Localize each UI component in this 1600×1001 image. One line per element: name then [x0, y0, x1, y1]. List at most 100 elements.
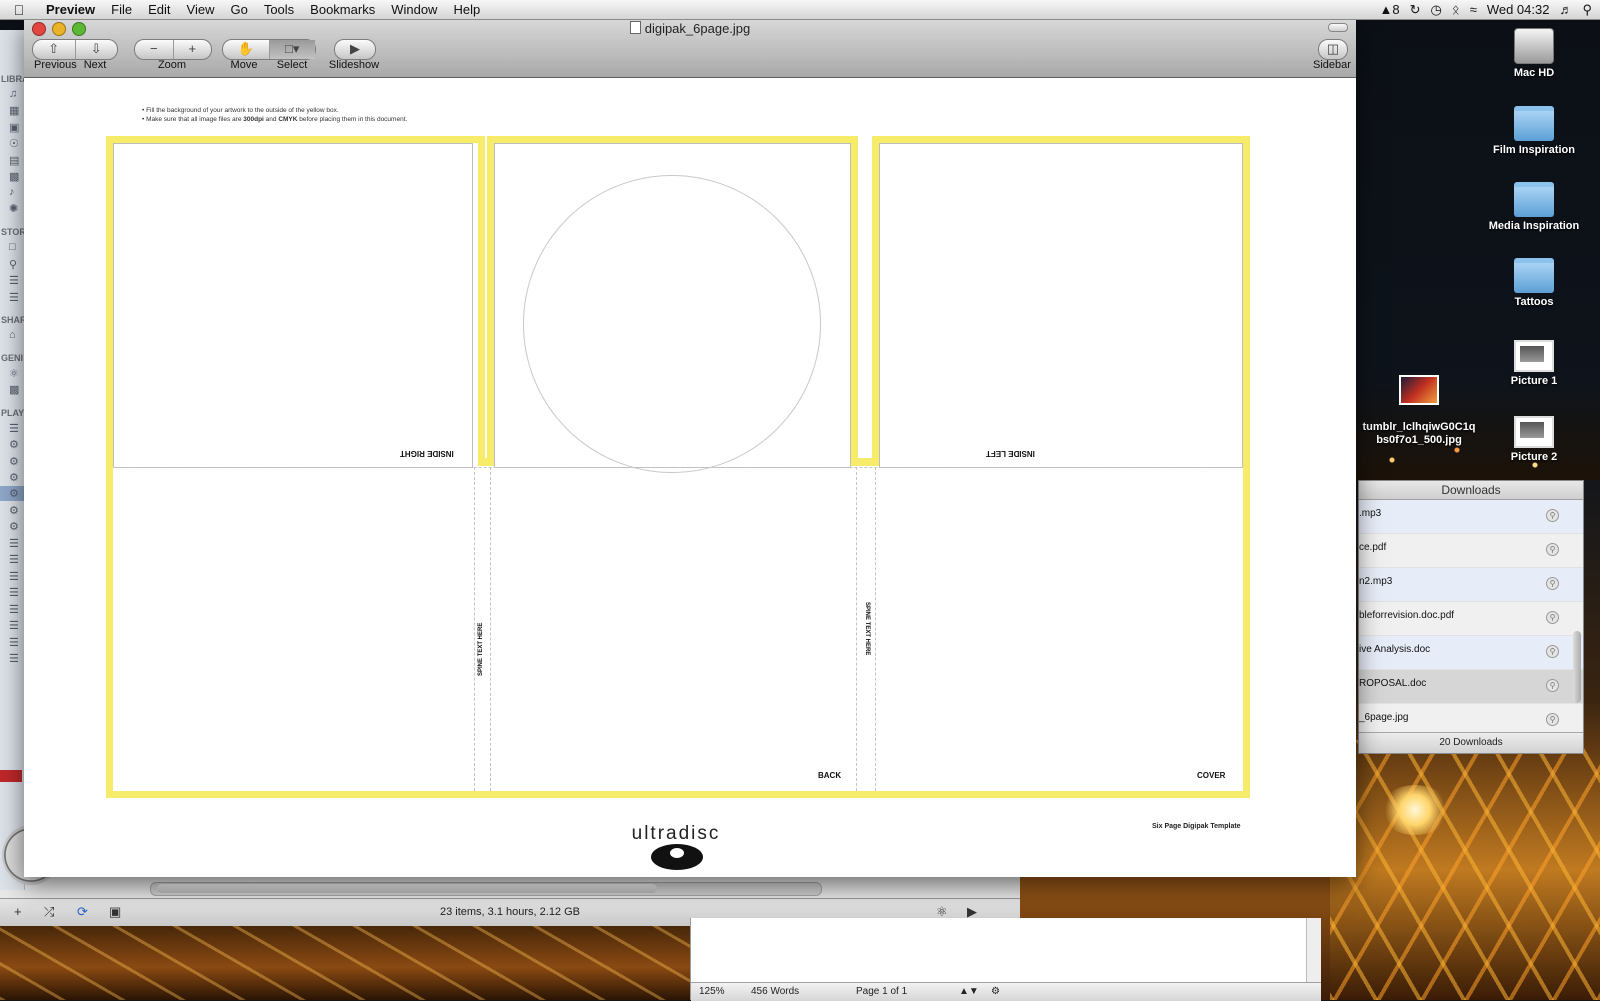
downloads-scrollbar[interactable] — [1573, 631, 1581, 703]
zoom-out-icon[interactable]: − — [135, 40, 174, 59]
brand-wordmark: ultradisc — [631, 823, 721, 844]
ringtones-icon[interactable]: ♪ — [9, 186, 15, 198]
reveal-in-finder-icon[interactable]: ⚲ — [1546, 713, 1559, 726]
previous-arrow-icon[interactable]: ⇧ — [33, 40, 76, 59]
purchased-icon[interactable]: ☰ — [9, 274, 19, 287]
sidebar-button[interactable]: ◫ — [1318, 39, 1348, 60]
download-item[interactable]: n2.mp3 ⚲ — [1359, 568, 1583, 602]
notch-gap — [858, 136, 872, 458]
menu-view[interactable]: View — [179, 2, 223, 17]
genius-icon[interactable]: ⚛ — [9, 367, 19, 380]
genius-mixes-icon[interactable]: ▩ — [9, 383, 19, 396]
tool-mode-control: ✋ □▾ — [222, 39, 316, 60]
desktop-icon-picture-2[interactable]: Picture 2 — [1474, 416, 1594, 463]
preview-toolbar: digipak_6page.jpg ⇧ ⇩ Previous Next − + … — [24, 19, 1356, 78]
download-item[interactable]: ROPOSAL.doc ⚲ — [1359, 670, 1583, 704]
smart-playlist-icon[interactable]: ⚙ — [9, 455, 19, 468]
desktop-icon-tumblr-image[interactable]: tumblr_lclhqiwG0C1q bs0f7o1_500.jpg — [1356, 362, 1482, 460]
playlist-icon[interactable]: ☰ — [9, 619, 19, 632]
download-item[interactable]: bleforrevision.doc.pdf ⚲ — [1359, 602, 1583, 636]
playlist-icon[interactable]: ☰ — [9, 537, 19, 550]
time-machine-icon[interactable]: ◷ — [1431, 2, 1442, 18]
playlist-icon[interactable]: ☰ — [9, 586, 19, 599]
desktop-icon-label: Media Inspiration — [1488, 220, 1580, 232]
books-icon[interactable]: ▤ — [9, 154, 19, 167]
itunes-dj-icon[interactable]: ☰ — [9, 422, 19, 435]
reveal-in-finder-icon[interactable]: ⚲ — [1546, 679, 1559, 692]
playlist-icon[interactable]: ☰ — [9, 603, 19, 616]
reveal-in-finder-icon[interactable]: ⚲ — [1546, 577, 1559, 590]
wifi-icon[interactable]: ≈ — [1470, 2, 1477, 17]
zoom-in-icon[interactable]: + — [174, 40, 212, 59]
smart-playlist-icon[interactable]: ⚙ — [9, 504, 19, 517]
reveal-in-finder-icon[interactable]: ⚲ — [1546, 543, 1559, 556]
zoom-select[interactable]: 125% — [699, 986, 725, 997]
playlist-icon[interactable]: ☰ — [9, 652, 19, 665]
tv-shows-icon[interactable]: ▣ — [9, 121, 19, 134]
menu-app-preview[interactable]: Preview — [38, 2, 103, 17]
menu-bookmarks[interactable]: Bookmarks — [302, 2, 383, 17]
volume-icon[interactable]: ♬ — [1559, 2, 1572, 17]
reveal-in-finder-icon[interactable]: ⚲ — [1546, 611, 1559, 624]
smart-playlist-icon[interactable]: ⚙ — [9, 487, 19, 500]
download-item[interactable]: ce.pdf ⚲ — [1359, 534, 1583, 568]
panel-inside-left — [879, 143, 1243, 468]
library-summary: 23 items, 3.1 hours, 2.12 GB — [439, 906, 581, 918]
scrollbar-thumb[interactable] — [157, 884, 657, 893]
document-canvas[interactable]: • Fill the background of your artwork to… — [24, 78, 1356, 877]
desktop-icon-media-inspiration[interactable]: Media Inspiration — [1474, 182, 1594, 232]
page-nav-icon[interactable]: ▲▼ — [959, 986, 979, 997]
movies-icon[interactable]: ▦ — [9, 104, 19, 117]
reveal-in-finder-icon[interactable]: ⚲ — [1546, 509, 1559, 522]
move-hand-icon[interactable]: ✋ — [223, 40, 270, 59]
menu-help[interactable]: Help — [445, 2, 488, 17]
download-item[interactable]: .mp3 ⚲ — [1359, 500, 1583, 534]
toolbar-toggle-button[interactable] — [1328, 23, 1348, 32]
adobe-updates-icon[interactable]: ▲8 — [1380, 2, 1400, 17]
radio-icon[interactable]: ✺ — [9, 202, 18, 215]
action-gear-icon[interactable]: ⚙ — [991, 986, 1000, 997]
downloads-icon[interactable]: ☰ — [9, 291, 19, 304]
download-item[interactable]: ive Analysis.doc ⚲ — [1359, 636, 1583, 670]
slideshow-button[interactable]: ▶ — [334, 39, 376, 60]
home-sharing-icon[interactable]: ⌂ — [9, 329, 16, 341]
apple-menu-icon[interactable]:  — [0, 2, 38, 18]
apps-icon[interactable]: ▩ — [9, 170, 19, 183]
smart-playlist-icon[interactable]: ⚙ — [9, 520, 19, 533]
smart-playlist-icon[interactable]: ⚙ — [9, 438, 19, 451]
desktop-icon-film-inspiration[interactable]: Film Inspiration — [1474, 106, 1594, 156]
ping-icon[interactable]: ⚲ — [9, 258, 17, 271]
spotlight-search-icon[interactable]: ⚲ — [1582, 2, 1592, 18]
menu-go[interactable]: Go — [222, 2, 255, 17]
store-icon[interactable]: □ — [9, 241, 16, 253]
menu-edit[interactable]: Edit — [140, 2, 178, 17]
menu-file[interactable]: File — [103, 2, 140, 17]
desktop-icon-picture-1[interactable]: Picture 1 — [1474, 340, 1594, 387]
podcasts-icon[interactable]: ☉ — [9, 137, 19, 150]
vertical-scrollbar[interactable] — [1306, 918, 1321, 982]
menu-clock[interactable]: Wed 04:32 — [1487, 2, 1550, 17]
playlist-icon[interactable]: ☰ — [9, 553, 19, 566]
sync-icon[interactable]: ↻ — [1410, 2, 1421, 18]
desktop-icon-tattoos[interactable]: Tattoos — [1474, 258, 1594, 308]
reveal-in-finder-icon[interactable]: ⚲ — [1546, 645, 1559, 658]
desktop-icon-mac-hd[interactable]: Mac HD — [1474, 28, 1594, 79]
select-marquee-icon[interactable]: □▾ — [269, 40, 315, 59]
smart-playlist-icon[interactable]: ⚙ — [9, 471, 19, 484]
playlist-icon[interactable]: ☰ — [9, 570, 19, 583]
wallpaper-bottom-strip — [0, 918, 690, 1000]
download-name: ive Analysis.doc — [1359, 644, 1431, 655]
bluetooth-icon[interactable]: ᛟ — [1452, 2, 1460, 17]
folder-icon — [1514, 106, 1554, 141]
wallpaper-bridge — [1330, 740, 1600, 1000]
menu-tools[interactable]: Tools — [256, 2, 302, 17]
horizontal-scrollbar[interactable] — [150, 882, 822, 896]
sidebar-section-shared: SHAR — [1, 315, 25, 325]
playlist-icon[interactable]: ☰ — [9, 636, 19, 649]
notch-gap — [485, 136, 487, 458]
picture-icon — [1514, 340, 1554, 372]
music-icon[interactable]: ♫ — [9, 88, 17, 100]
next-arrow-icon[interactable]: ⇩ — [76, 40, 118, 59]
desktop-icon-label: Mac HD — [1513, 67, 1555, 79]
menu-window[interactable]: Window — [383, 2, 445, 17]
